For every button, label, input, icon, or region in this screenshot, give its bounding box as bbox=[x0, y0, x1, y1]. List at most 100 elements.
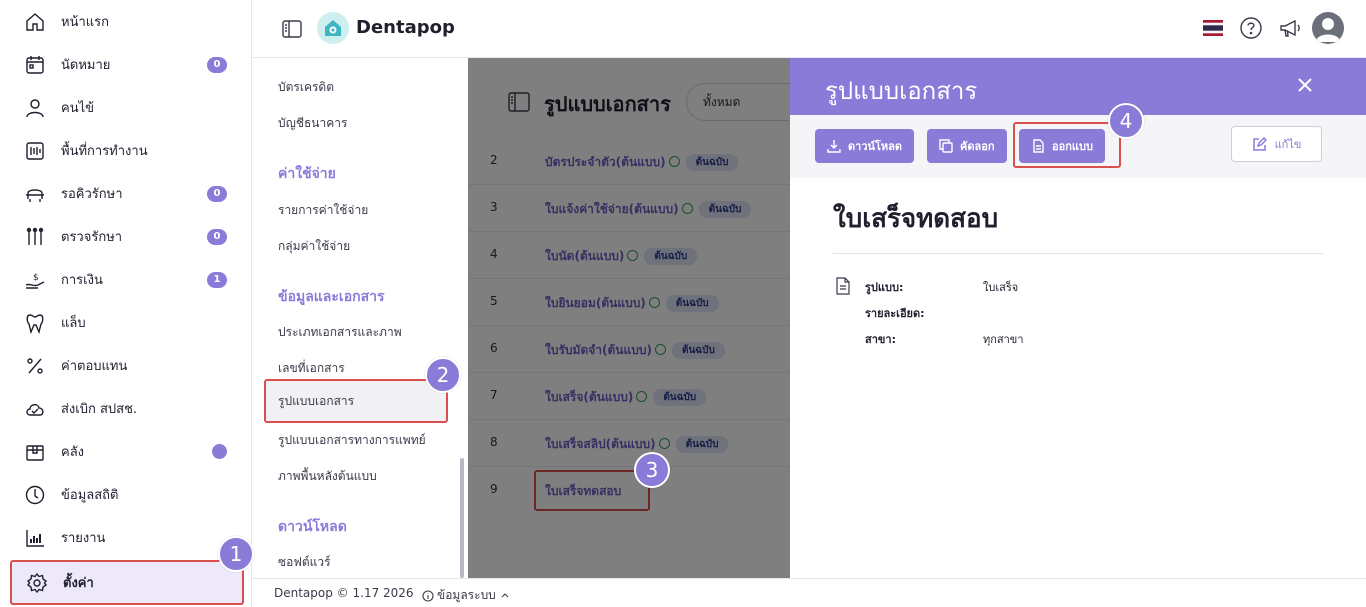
thai-flag-icon[interactable] bbox=[1203, 20, 1223, 36]
table-row[interactable]: 4 ใบนัด(ต้นแบบ) ต้นฉบับ bbox=[468, 232, 790, 279]
table-row[interactable]: 6 ใบรับมัดจำ(ต้นแบบ) ต้นฉบับ bbox=[468, 326, 790, 373]
row-number: 3 bbox=[490, 200, 498, 214]
user-icon bbox=[24, 97, 46, 119]
count-badge: 0 bbox=[207, 185, 227, 202]
logo bbox=[317, 12, 349, 44]
main-sidebar: หน้าแรก นัดหมาย 0 คนไข้ พื้นที่การทำงาน … bbox=[0, 0, 252, 607]
clock-chart-icon bbox=[24, 484, 46, 506]
template-link[interactable]: ใบยินยอม(ต้นแบบ) ต้นฉบับ bbox=[545, 294, 719, 313]
submenu-item-expense-list[interactable]: รายการค่าใช้จ่าย bbox=[278, 201, 368, 220]
panel-toggle-icon[interactable] bbox=[508, 92, 530, 112]
submenu-item-expense-group[interactable]: กลุ่มค่าใช้จ่าย bbox=[278, 237, 350, 256]
table-row[interactable]: 7 ใบเสร็จ(ต้นแบบ) ต้นฉบับ bbox=[468, 373, 790, 420]
sidebar-item-label: รอคิวรักษา bbox=[61, 187, 123, 202]
check-circle-icon bbox=[668, 156, 680, 167]
template-link[interactable]: ใบเสร็จ(ต้นแบบ) ต้นฉบับ bbox=[545, 388, 707, 407]
field-label: สาขา: bbox=[865, 333, 896, 346]
template-link[interactable]: ใบนัด(ต้นแบบ) ต้นฉบับ bbox=[545, 247, 698, 266]
count-badge: 0 bbox=[207, 56, 227, 73]
gear-icon bbox=[26, 572, 48, 594]
sidebar-item-statistics[interactable]: ข้อมูลสถิติ bbox=[10, 473, 244, 516]
drawer-toolbar: ดาวน์โหลด คัดลอก ออกแบบ แก้ไข bbox=[790, 115, 1366, 178]
table-row[interactable]: 5 ใบยินยอม(ต้นแบบ) ต้นฉบับ bbox=[468, 279, 790, 326]
submenu-item-doc-numbers[interactable]: เลขที่เอกสาร bbox=[278, 359, 345, 378]
table-row[interactable]: 3 ใบแจ้งค่าใช้จ่าย(ต้นแบบ) ต้นฉบับ bbox=[468, 185, 790, 232]
submenu-item-doc-types[interactable]: ประเภทเอกสารและภาพ bbox=[278, 323, 402, 342]
original-tag: ต้นฉบับ bbox=[665, 295, 719, 312]
sidebar-item-lab[interactable]: แล็บ bbox=[10, 301, 244, 344]
download-button[interactable]: ดาวน์โหลด bbox=[815, 129, 915, 163]
table-row[interactable]: 2 บัตรประจำตัว(ต้นแบบ) ต้นฉบับ bbox=[468, 138, 790, 185]
tooth-icon bbox=[24, 312, 46, 334]
sidebar-item-label: พื้นที่การทำงาน bbox=[61, 144, 148, 159]
template-link[interactable]: บัตรประจำตัว(ต้นแบบ) ต้นฉบับ bbox=[545, 153, 739, 172]
template-detail-drawer: รูปแบบเอกสาร ดาวน์โหลด คัดลอก ออกแบบ แก้… bbox=[790, 58, 1366, 578]
system-info-label: ข้อมูลระบบ bbox=[437, 588, 496, 602]
step-marker-3: 3 bbox=[634, 452, 670, 488]
submenu-item-credit-card[interactable]: บัตรเครดิต bbox=[278, 78, 334, 97]
sidebar-item-finance[interactable]: $ การเงิน 1 bbox=[10, 258, 244, 301]
table-row[interactable]: 8 ใบเสร็จสลิป(ต้นแบบ) ต้นฉบับ bbox=[468, 420, 790, 467]
system-info-link[interactable]: ข้อมูลระบบ bbox=[422, 586, 510, 605]
sidebar-item-reports[interactable]: รายงาน bbox=[10, 516, 244, 559]
dental-chair-icon bbox=[24, 183, 46, 205]
submenu-item-bank-account[interactable]: บัญชีธนาคาร bbox=[278, 114, 347, 133]
submenu-item-background-images[interactable]: ภาพพื้นหลังต้นแบบ bbox=[278, 467, 377, 486]
help-icon[interactable] bbox=[1239, 16, 1263, 40]
dental-tools-icon bbox=[24, 226, 46, 248]
sidebar-item-label: คนไข้ bbox=[61, 101, 95, 116]
row-number: 6 bbox=[490, 341, 498, 355]
step-marker-1: 1 bbox=[218, 536, 254, 572]
document-icon bbox=[835, 277, 851, 295]
field-label: รูปแบบ: bbox=[865, 281, 904, 294]
percent-icon bbox=[24, 355, 46, 377]
sidebar-item-appointments[interactable]: นัดหมาย 0 bbox=[10, 43, 244, 86]
download-button-label: ดาวน์โหลด bbox=[848, 140, 903, 153]
list-title: รูปแบบเอกสาร bbox=[544, 92, 671, 116]
submenu-item-doc-templates[interactable]: รูปแบบเอกสาร bbox=[264, 379, 448, 423]
copy-icon bbox=[939, 139, 953, 153]
sidebar-item-label: หน้าแรก bbox=[61, 15, 109, 30]
svg-text:$: $ bbox=[33, 273, 39, 283]
field-value: ทุกสาขา bbox=[983, 333, 1024, 346]
original-tag: ต้นฉบับ bbox=[653, 389, 707, 406]
field-value: ใบเสร็จ bbox=[983, 281, 1019, 294]
sidebar-item-patients[interactable]: คนไข้ bbox=[10, 86, 244, 129]
sidebar-item-queue[interactable]: รอคิวรักษา 0 bbox=[10, 172, 244, 215]
sidebar-item-workspace[interactable]: พื้นที่การทำงาน bbox=[10, 129, 244, 172]
copy-button[interactable]: คัดลอก bbox=[927, 129, 1007, 163]
info-icon bbox=[422, 589, 434, 602]
bar-chart-icon bbox=[24, 527, 46, 549]
sidebar-item-label: รายงาน bbox=[61, 531, 106, 546]
sidebar-item-treatment[interactable]: ตรวจรักษา 0 bbox=[10, 215, 244, 258]
submenu-scrollbar[interactable] bbox=[460, 458, 464, 578]
filter-select[interactable]: ทั้งหมด bbox=[686, 83, 790, 121]
sidebar-item-label: ตั้งค่า bbox=[63, 576, 94, 591]
megaphone-icon[interactable] bbox=[1278, 16, 1302, 40]
check-circle-icon bbox=[658, 438, 670, 449]
close-icon[interactable] bbox=[1294, 74, 1316, 96]
status-dot bbox=[212, 444, 227, 459]
copy-button-label: คัดลอก bbox=[960, 140, 995, 153]
edit-button[interactable]: แก้ไข bbox=[1231, 126, 1322, 162]
template-link[interactable]: ใบรับมัดจำ(ต้นแบบ) ต้นฉบับ bbox=[545, 341, 725, 360]
sidebar-item-claims[interactable]: ส่งเบิก สปสช. bbox=[10, 387, 244, 430]
sidebar-item-label: ค่าตอบแทน bbox=[61, 359, 128, 374]
step-marker-2: 2 bbox=[425, 357, 461, 393]
sidebar-item-compensation[interactable]: ค่าตอบแทน bbox=[10, 344, 244, 387]
sidebar-item-home[interactable]: หน้าแรก bbox=[10, 0, 244, 43]
row-number: 5 bbox=[490, 294, 498, 308]
template-link[interactable]: ใบแจ้งค่าใช้จ่าย(ต้นแบบ) ต้นฉบับ bbox=[545, 200, 752, 219]
sidebar-item-inventory[interactable]: คลัง bbox=[10, 430, 244, 473]
submenu-section-expense: ค่าใช้จ่าย bbox=[278, 166, 336, 182]
workspace-icon bbox=[24, 140, 46, 162]
submenu-item-medical-templates[interactable]: รูปแบบเอกสารทางการแพทย์ bbox=[278, 431, 426, 450]
sidebar-item-settings[interactable]: ตั้งค่า bbox=[10, 560, 244, 605]
check-circle-icon bbox=[648, 297, 660, 308]
submenu-item-software[interactable]: ซอฟต์แวร์ bbox=[278, 553, 331, 572]
panel-toggle-icon[interactable] bbox=[281, 18, 303, 40]
edit-icon bbox=[1252, 136, 1267, 151]
top-bar: Dentapop bbox=[252, 0, 1366, 58]
avatar[interactable] bbox=[1312, 12, 1344, 44]
template-link[interactable]: ใบเสร็จสลิป(ต้นแบบ) ต้นฉบับ bbox=[545, 435, 729, 454]
